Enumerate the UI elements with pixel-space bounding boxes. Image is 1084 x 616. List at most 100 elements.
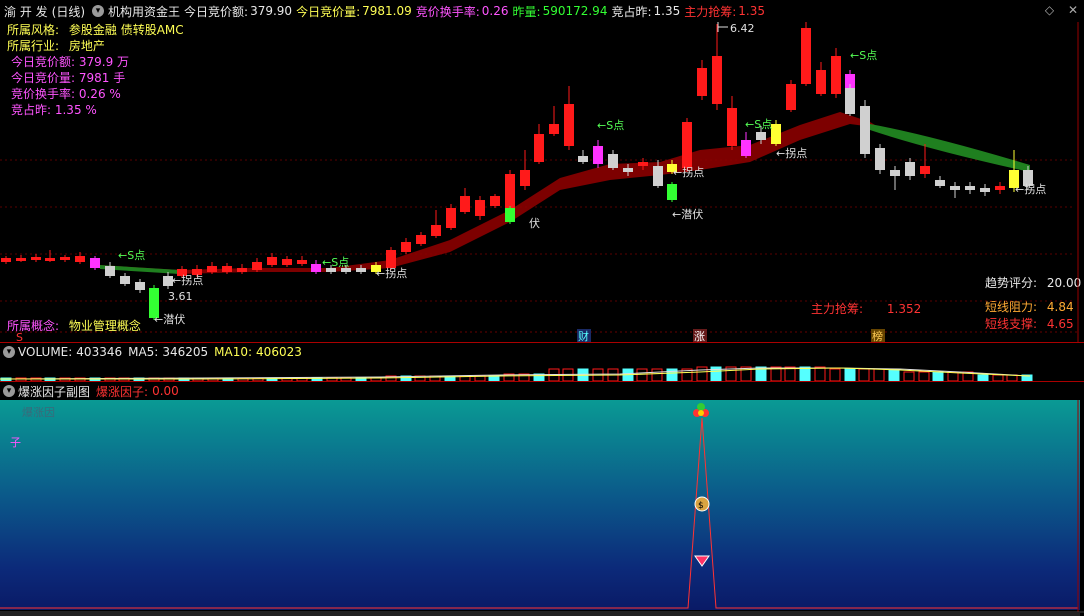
ma10-value: 406023 [256, 345, 302, 359]
candle-body [16, 258, 26, 261]
low-price-label: 3.61 [168, 290, 193, 303]
candle-body [401, 242, 411, 252]
candle-body [267, 257, 277, 265]
marker-zhang: 涨 [694, 330, 705, 342]
candle-body [980, 188, 990, 192]
candle-body [252, 262, 262, 270]
volume-bar [858, 368, 870, 381]
volume-bar [799, 366, 811, 381]
candle-body [446, 208, 456, 228]
candles [1, 22, 1033, 320]
candle-body [995, 186, 1005, 190]
volume-value: 403346 [76, 345, 123, 359]
volume-bar [947, 371, 959, 381]
factor-title: 爆涨因子副图 [18, 384, 91, 399]
factor-value: 0.00 [152, 384, 179, 398]
candle-body [90, 258, 100, 268]
candle-body [920, 166, 930, 174]
s-point-label-5: ←S点 [850, 49, 877, 62]
marker-cai: 财 [578, 329, 589, 342]
candle-body [771, 124, 781, 144]
candle-body [950, 186, 960, 190]
candle-body [282, 259, 292, 265]
volume-bar [844, 368, 856, 381]
ma5-label: MA5: [128, 345, 159, 359]
diamond-icon [694, 555, 710, 567]
s-point-label-3: ←S点 [597, 119, 624, 132]
factor-chart: $ [0, 400, 1084, 613]
candle-body [222, 266, 232, 272]
turn-point-label-4: ←拐点 [776, 146, 807, 160]
candle-body [520, 170, 530, 186]
factor-line [0, 417, 1078, 609]
factor-panel-title: ▾ 爆涨因子副图 爆涨因子: 0.00 [0, 383, 179, 399]
candle-body [490, 196, 500, 206]
candle-body [801, 28, 811, 84]
candle-body [712, 56, 722, 104]
candle-body [135, 282, 145, 290]
candle-body [237, 268, 247, 272]
candlestick-chart[interactable]: 6.42 3.61 ←S点 ←S点 ←S点 ←S点 ←S点 ←拐点 ←拐点 ←拐… [0, 0, 1084, 342]
volume-bar [932, 371, 944, 381]
volume-bar [829, 368, 841, 381]
candle-body [1, 258, 11, 262]
candle-body [578, 156, 588, 162]
candle-body [935, 180, 945, 186]
turn-point-label-2: ←拐点 [376, 266, 407, 280]
turn-point-label-3: ←拐点 [673, 165, 704, 179]
candle-body [386, 250, 396, 268]
volume-bar [636, 368, 648, 381]
candle-body [297, 260, 307, 264]
marker-bang: 榜 [872, 329, 883, 342]
svg-text:$: $ [698, 501, 704, 511]
candle-body [905, 162, 915, 176]
volume-chart[interactable] [0, 360, 1084, 381]
factor-menu-icon[interactable]: ▾ [3, 385, 15, 397]
candle-body [697, 68, 707, 96]
candle-body [816, 70, 826, 94]
candle-body [31, 257, 41, 260]
candle-body [890, 170, 900, 176]
volume-ma10-line [0, 367, 1031, 380]
candle-body [45, 258, 55, 261]
candle-body [756, 132, 766, 140]
trend-ribbon-green [870, 124, 1030, 172]
volume-bar [651, 368, 663, 381]
candle-body [741, 140, 751, 156]
volume-menu-icon[interactable]: ▾ [3, 346, 15, 358]
candle-body [667, 184, 677, 200]
fruit-icon [693, 403, 709, 417]
volume-bar [873, 368, 885, 381]
ambush-label-1: ←潜伏 [154, 312, 185, 326]
candle-body [875, 148, 885, 170]
candle-body [475, 200, 485, 216]
candle-body [505, 174, 515, 210]
candle-body [207, 266, 217, 272]
candle-body [727, 108, 737, 146]
turn-point-label-5: ←拐点 [1015, 182, 1046, 196]
candle-body [682, 122, 692, 168]
volume-bar [696, 366, 708, 381]
s-point-label-2: ←S点 [322, 256, 349, 269]
candle-body [356, 268, 366, 272]
volume-bar [918, 371, 930, 381]
volume-bar [903, 371, 915, 381]
candle-body [786, 84, 796, 110]
candle-body [860, 106, 870, 154]
marker-s: S [16, 331, 23, 342]
volume-label: VOLUME: [18, 345, 73, 359]
candle-body [965, 186, 975, 190]
candle-body [505, 208, 515, 222]
volume-bar [888, 368, 900, 381]
candle-body [120, 276, 130, 284]
candle-body [460, 196, 470, 212]
factor-label: 爆涨因子: [96, 384, 149, 399]
s-point-label-4: ←S点 [745, 118, 772, 131]
candle-body [564, 104, 574, 146]
candle-body [431, 225, 441, 236]
turn-point-label-1: ←拐点 [172, 273, 203, 287]
candle-body [638, 162, 648, 166]
candle-body [623, 168, 633, 172]
candle-body [608, 154, 618, 168]
money-bag-icon: $ [694, 496, 710, 512]
